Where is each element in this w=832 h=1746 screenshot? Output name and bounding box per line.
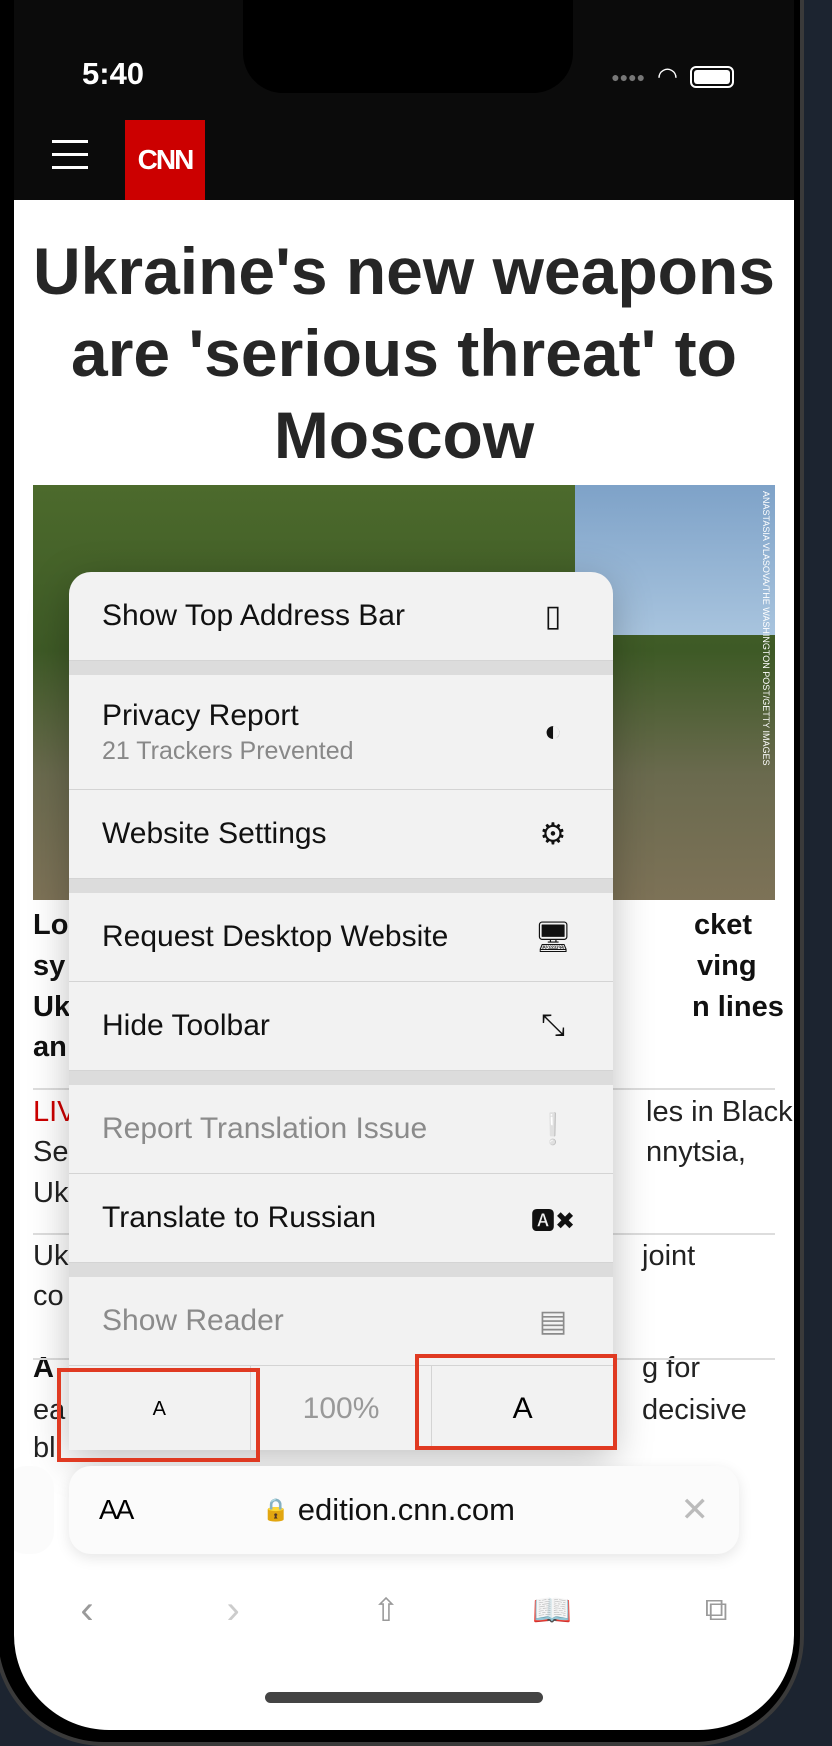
article-text-fragment[interactable]: Se xyxy=(33,1136,68,1169)
signal-icon: ●●●● xyxy=(611,68,646,85)
previous-tab-address-bar[interactable] xyxy=(14,1466,54,1554)
forward-icon[interactable]: › xyxy=(226,1588,239,1633)
menu-item-show-top-address-bar[interactable]: Show Top Address Bar ▯ xyxy=(69,572,613,661)
menu-label: Translate to Russian xyxy=(102,1201,377,1234)
menu-item-website-settings[interactable]: Website Settings ⚙ xyxy=(69,790,613,879)
menu-item-translate-to-russian[interactable]: Translate to Russian 🅰✖ xyxy=(69,1174,613,1263)
bookmarks-icon[interactable]: 📖 xyxy=(532,1591,572,1629)
cnn-logo[interactable]: CNN xyxy=(125,120,205,200)
desktop-icon: 🖥 xyxy=(533,920,573,954)
article-text-fragment[interactable]: Uk xyxy=(33,991,70,1024)
highlight-box-increase xyxy=(415,1354,617,1450)
menu-item-privacy-report[interactable]: Privacy Report 21 Trackers Prevented ◐ xyxy=(69,675,613,790)
trackers-count: 21 Trackers Prevented xyxy=(102,736,354,765)
menu-label: Privacy Report xyxy=(102,698,299,732)
menu-item-report-translation-issue[interactable]: Report Translation Issue ❕ xyxy=(69,1085,613,1174)
home-indicator xyxy=(265,1692,543,1703)
reader-icon: ▤ xyxy=(538,1304,568,1338)
url-text[interactable]: edition.cnn.com xyxy=(298,1492,515,1528)
status-icons: ●●●● ◠ xyxy=(611,62,734,91)
article-text-fragment[interactable]: joint xyxy=(642,1240,695,1273)
bottom-toolbar: ‹ › ⇧ 📖 ⧉ xyxy=(14,1570,794,1650)
menu-label: Hide Toolbar xyxy=(102,1009,270,1042)
translate-icon: 🅰✖ xyxy=(531,1207,576,1235)
exclamation-bubble-icon: ❕ xyxy=(534,1112,572,1146)
tabs-icon[interactable]: ⧉ xyxy=(705,1591,728,1629)
menu-label: Show Reader xyxy=(102,1304,284,1337)
menu-item-hide-toolbar[interactable]: Hide Toolbar ⤡ xyxy=(69,982,613,1071)
photo-credit: ANASTASIA VLASOVA/THE WASHINGTON POST/GE… xyxy=(761,491,771,766)
article-text-fragment[interactable]: g for xyxy=(642,1352,700,1385)
article-headline[interactable]: Ukraine's new weapons are 'serious threa… xyxy=(24,230,784,476)
phone-frame: 5:40 ●●●● ◠ CNN Ukraine's new weapons ar… xyxy=(0,0,804,1746)
status-bar: 5:40 ●●●● ◠ CNN xyxy=(14,0,794,200)
menu-label: Website Settings xyxy=(102,817,327,850)
page-menu: Show Top Address Bar ▯ Privacy Report 21 T… xyxy=(69,572,613,1450)
menu-label: Show Top Address Bar xyxy=(102,599,405,632)
highlight-box-decrease xyxy=(57,1368,260,1462)
screen: 5:40 ●●●● ◠ CNN Ukraine's new weapons ar… xyxy=(14,0,794,1730)
article-text-fragment[interactable]: les in Black xyxy=(646,1096,793,1129)
article-text-fragment[interactable]: an xyxy=(33,1031,67,1064)
notch xyxy=(243,0,573,93)
wifi-icon: ◠ xyxy=(657,63,678,90)
menu-label: Report Translation Issue xyxy=(102,1112,428,1145)
address-bar-top-icon: ▯ xyxy=(544,599,562,633)
article-text-fragment[interactable]: nnytsia, xyxy=(646,1136,746,1169)
expand-arrows-icon: ⤡ xyxy=(541,1009,565,1042)
article-text-fragment[interactable]: co xyxy=(33,1280,64,1313)
shield-icon: ◐ xyxy=(543,715,563,748)
address-bar[interactable]: AA 🔒 edition.cnn.com ✕ xyxy=(69,1466,739,1554)
hamburger-menu-icon[interactable] xyxy=(52,140,88,179)
article-text-fragment[interactable]: Uk xyxy=(33,1240,68,1273)
article-text-fragment[interactable]: decisive xyxy=(642,1394,747,1427)
zoom-level[interactable]: 100% xyxy=(251,1366,433,1450)
back-icon[interactable]: ‹ xyxy=(80,1588,93,1633)
article-text-fragment[interactable]: sy xyxy=(33,950,65,983)
article-text-fragment[interactable]: cket xyxy=(694,909,752,942)
share-icon[interactable]: ⇧ xyxy=(373,1591,400,1629)
battery-icon xyxy=(690,65,734,88)
article-text-fragment[interactable]: n lines xyxy=(692,991,784,1024)
menu-item-show-reader[interactable]: Show Reader ▤ xyxy=(69,1277,613,1366)
article-text-fragment[interactable]: A xyxy=(33,1352,54,1385)
article-text-fragment[interactable]: Lo xyxy=(33,909,68,942)
status-time: 5:40 xyxy=(82,56,145,91)
article-text-fragment[interactable]: ving xyxy=(697,950,757,983)
article-text-fragment[interactable]: Uk xyxy=(33,1177,68,1210)
menu-label: Request Desktop Website xyxy=(102,920,449,953)
menu-item-request-desktop-website[interactable]: Request Desktop Website 🖥 xyxy=(69,893,613,982)
lock-icon: 🔒 xyxy=(262,1497,290,1522)
close-icon[interactable]: ✕ xyxy=(681,1490,710,1530)
page-format-button[interactable]: AA xyxy=(99,1494,134,1526)
gear-icon: ⚙ xyxy=(539,817,567,851)
article-text-fragment[interactable]: bl xyxy=(33,1432,56,1465)
